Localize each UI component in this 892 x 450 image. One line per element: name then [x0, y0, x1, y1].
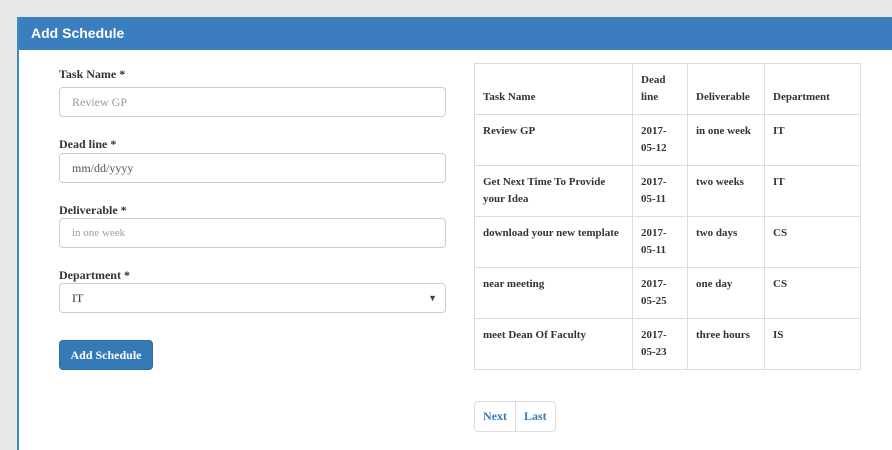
department-label: Department *: [59, 268, 130, 282]
deliverable-input[interactable]: in one week: [59, 218, 446, 248]
cell-deliverable: two weeks: [687, 165, 765, 217]
column-header-task-name: Task Name: [474, 63, 633, 115]
table-row: Get Next Time To Provide your Idea 2017-0…: [474, 165, 861, 217]
dropdown-caret-icon: ▼: [428, 293, 437, 303]
task-name-label: Task Name *: [59, 67, 126, 81]
cell-department: IT: [764, 114, 861, 166]
cell-department: IS: [764, 318, 861, 370]
cell-task-name: meet Dean Of Faculty: [474, 318, 633, 370]
next-page-button[interactable]: Next: [474, 401, 516, 432]
cell-deadline: 2017-05-23: [632, 318, 688, 370]
cell-department: IT: [764, 165, 861, 217]
table-row: Review GP 2017-05-12 in one week IT: [474, 114, 861, 166]
cell-deliverable: in one week: [687, 114, 765, 166]
deadline-label: Dead line *: [59, 137, 117, 151]
pagination: Next Last: [474, 401, 556, 432]
table-row: meet Dean Of Faculty 2017-05-23 three hour…: [474, 318, 861, 370]
deadline-input[interactable]: mm/dd/yyyy: [59, 153, 446, 183]
panel-title: Add Schedule: [19, 17, 892, 50]
cell-task-name: Review GP: [474, 114, 633, 166]
cell-task-name: near meeting: [474, 267, 633, 319]
cell-department: CS: [764, 267, 861, 319]
cell-deliverable: two days: [687, 216, 765, 268]
table-row: download your new template 2017-05-11 two …: [474, 216, 861, 268]
department-select[interactable]: IT ▼: [59, 283, 446, 313]
column-header-department: Department: [764, 63, 861, 115]
column-header-deliverable: Deliverable: [687, 63, 765, 115]
cell-deadline: 2017-05-11: [632, 165, 688, 217]
cell-deliverable: three hours: [687, 318, 765, 370]
table-row: near meeting 2017-05-25 one day CS: [474, 267, 861, 319]
cell-department: CS: [764, 216, 861, 268]
add-schedule-button[interactable]: Add Schedule: [59, 340, 153, 370]
cell-deadline: 2017-05-12: [632, 114, 688, 166]
schedule-table: Task Name Dead line Deliverable Departme…: [474, 63, 861, 370]
cell-deadline: 2017-05-11: [632, 216, 688, 268]
department-selected-value: IT: [72, 291, 84, 305]
cell-deliverable: one day: [687, 267, 765, 319]
add-schedule-panel: Add Schedule Task Name * Review GP Dead …: [17, 17, 892, 450]
cell-task-name: download your new template: [474, 216, 633, 268]
cell-task-name: Get Next Time To Provide your Idea: [474, 165, 633, 217]
column-header-deadline: Dead line: [632, 63, 688, 115]
last-page-button[interactable]: Last: [516, 401, 556, 432]
deliverable-label: Deliverable *: [59, 203, 127, 217]
table-header-row: Task Name Dead line Deliverable Departme…: [474, 63, 861, 115]
cell-deadline: 2017-05-25: [632, 267, 688, 319]
task-name-input[interactable]: Review GP: [59, 87, 446, 117]
